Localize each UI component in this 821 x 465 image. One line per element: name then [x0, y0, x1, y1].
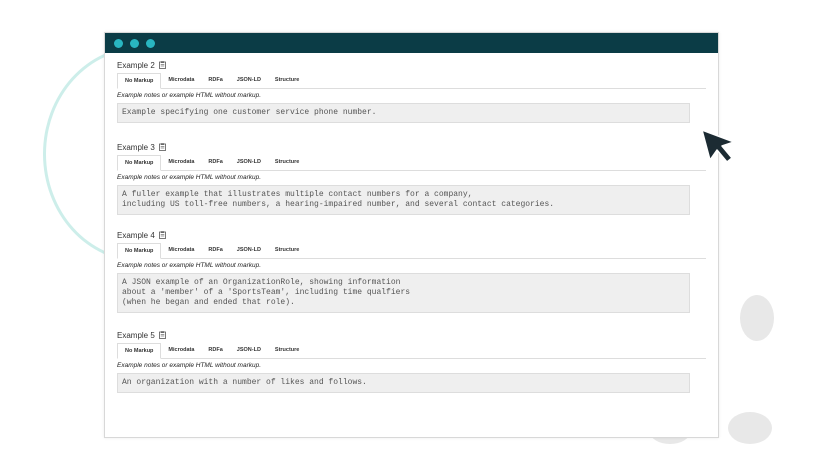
- clipboard-icon[interactable]: [158, 331, 166, 339]
- example-code: A JSON example of an OrganizationRole, s…: [117, 273, 690, 313]
- clipboard-icon[interactable]: [158, 143, 166, 151]
- tab-no-markup[interactable]: No Markup: [117, 243, 162, 259]
- tab-json-ld[interactable]: JSON-LD: [230, 243, 268, 258]
- tab-structure[interactable]: Structure: [268, 343, 306, 358]
- window-maximize-dot[interactable]: [146, 38, 155, 48]
- example-title: Example 4: [117, 229, 706, 241]
- tab-microdata[interactable]: Microdata: [161, 155, 201, 170]
- tab-rdfa[interactable]: RDFa: [201, 155, 229, 170]
- example-tabs: No Markup Microdata RDFa JSON-LD Structu…: [117, 343, 706, 359]
- clipboard-icon[interactable]: [158, 61, 166, 69]
- mouse-cursor-icon: [700, 128, 738, 164]
- tab-microdata[interactable]: Microdata: [161, 243, 201, 258]
- tab-no-markup[interactable]: No Markup: [117, 343, 162, 359]
- window-close-dot[interactable]: [114, 38, 123, 48]
- example-title: Example 2: [117, 59, 706, 71]
- examples-content: Example 2 No Markup Microdata RDFa JSON-…: [105, 53, 718, 393]
- example-note: Example notes or example HTML without ma…: [117, 92, 262, 99]
- tab-json-ld[interactable]: JSON-LD: [230, 155, 268, 170]
- tab-json-ld[interactable]: JSON-LD: [230, 73, 268, 88]
- example-title-text: Example 4: [117, 230, 155, 240]
- decorative-blob: [740, 295, 774, 341]
- example-tabs: No Markup Microdata RDFa JSON-LD Structu…: [117, 73, 706, 89]
- example-note: Example notes or example HTML without ma…: [117, 262, 262, 269]
- example-note: Example notes or example HTML without ma…: [117, 174, 262, 181]
- clipboard-icon[interactable]: [158, 231, 166, 239]
- example-code: Example specifying one customer service …: [117, 103, 690, 123]
- tab-no-markup[interactable]: No Markup: [117, 155, 162, 171]
- example-title-text: Example 3: [117, 142, 155, 152]
- window-minimize-dot[interactable]: [130, 38, 139, 48]
- tab-microdata[interactable]: Microdata: [161, 73, 201, 88]
- tab-rdfa[interactable]: RDFa: [201, 73, 229, 88]
- example-title-text: Example 2: [117, 60, 155, 70]
- example-code: An organization with a number of likes a…: [117, 373, 690, 393]
- tab-rdfa[interactable]: RDFa: [201, 343, 229, 358]
- window-titlebar: [105, 33, 718, 53]
- browser-window: Example 2 No Markup Microdata RDFa JSON-…: [104, 32, 719, 438]
- example-block: Example 4 No Markup Microdata RDFa JSON-…: [117, 229, 706, 313]
- example-block: Example 5 No Markup Microdata RDFa JSON-…: [117, 329, 706, 393]
- tab-no-markup[interactable]: No Markup: [117, 73, 162, 89]
- example-title: Example 3: [117, 141, 706, 153]
- decorative-blob: [728, 412, 772, 444]
- tab-json-ld[interactable]: JSON-LD: [230, 343, 268, 358]
- example-block: Example 2 No Markup Microdata RDFa JSON-…: [117, 59, 706, 123]
- example-tabs: No Markup Microdata RDFa JSON-LD Structu…: [117, 155, 706, 171]
- example-block: Example 3 No Markup Microdata RDFa JSON-…: [117, 141, 706, 215]
- tab-microdata[interactable]: Microdata: [161, 343, 201, 358]
- example-title: Example 5: [117, 329, 706, 341]
- tab-rdfa[interactable]: RDFa: [201, 243, 229, 258]
- tab-structure[interactable]: Structure: [268, 243, 306, 258]
- example-tabs: No Markup Microdata RDFa JSON-LD Structu…: [117, 243, 706, 259]
- tab-structure[interactable]: Structure: [268, 155, 306, 170]
- example-title-text: Example 5: [117, 330, 155, 340]
- tab-structure[interactable]: Structure: [268, 73, 306, 88]
- example-note: Example notes or example HTML without ma…: [117, 362, 262, 369]
- example-code: A fuller example that illustrates multip…: [117, 185, 690, 215]
